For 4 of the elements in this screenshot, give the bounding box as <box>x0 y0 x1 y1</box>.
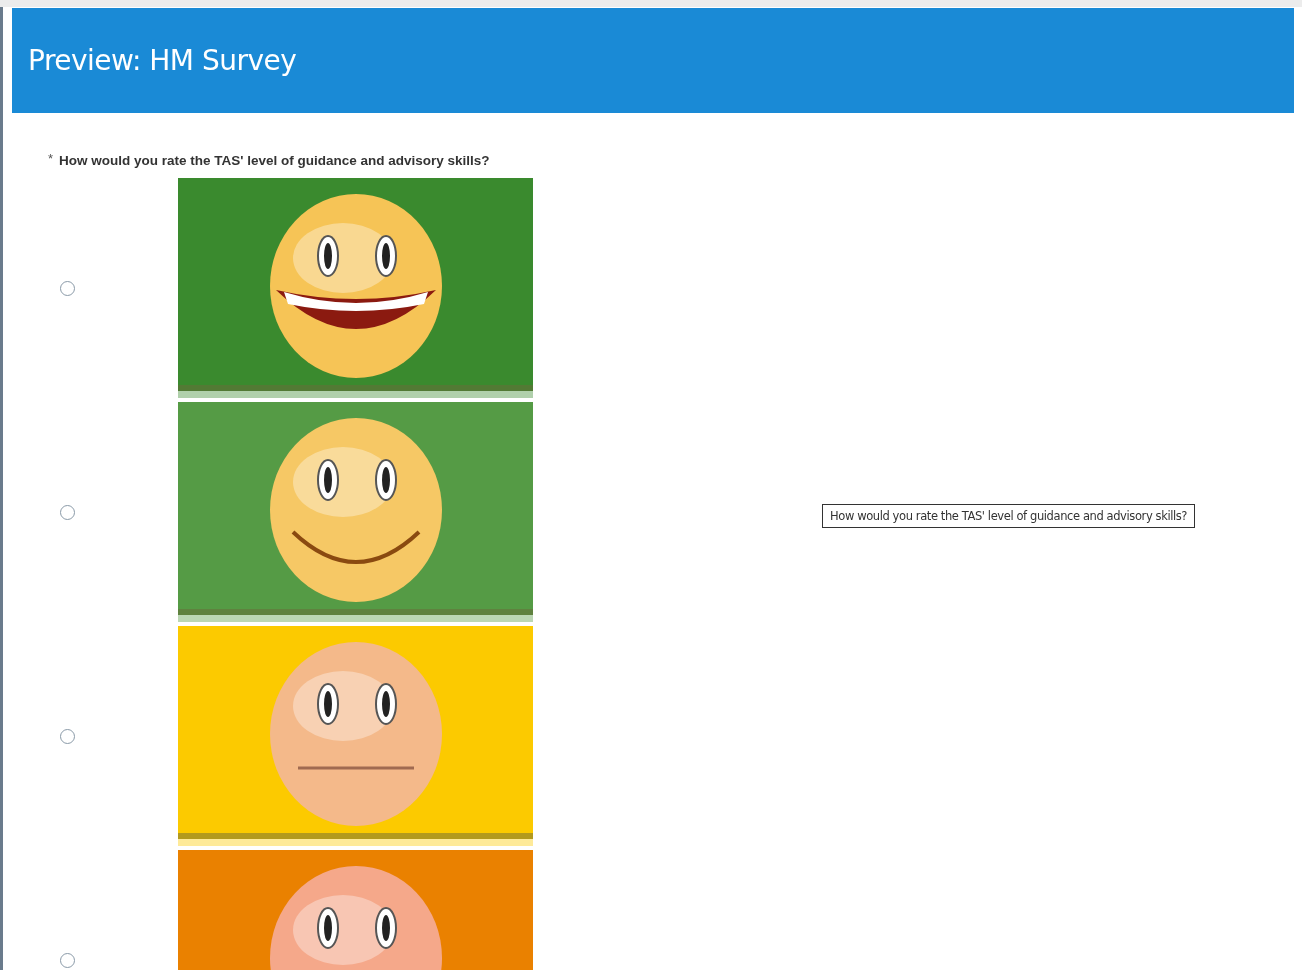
question-text: How would you rate the TAS' level of guidance and advisory skills? <box>59 152 490 168</box>
required-mark: * <box>48 151 54 166</box>
page-title: Preview: HM Survey <box>28 44 297 77</box>
tooltip: How would you rate the TAS' level of guidance and advisory skills? <box>822 504 1196 528</box>
